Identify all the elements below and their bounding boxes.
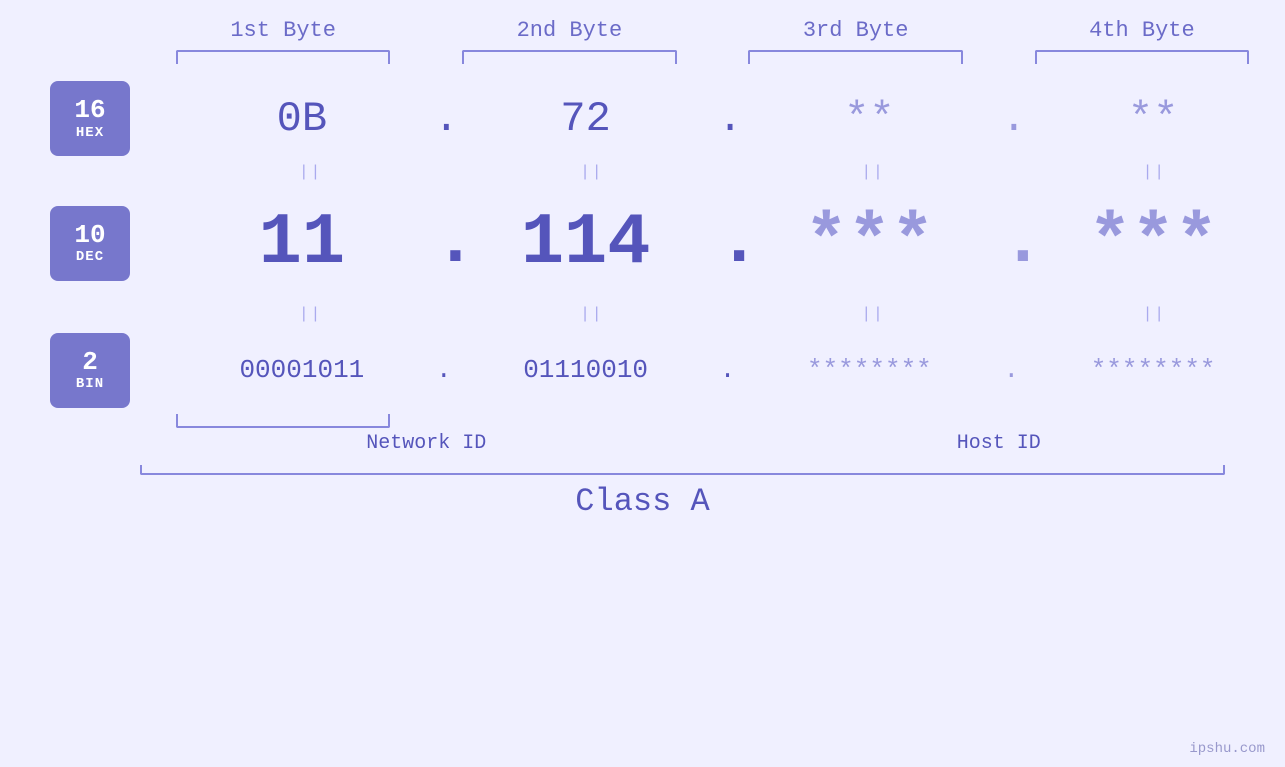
bottom-bracket-cell-3 [713,414,999,428]
top-bracket-1 [176,50,391,64]
bin-byte2-value: 01110010 [523,355,648,385]
class-bracket [140,465,1225,475]
bin-badge: 2 BIN [50,333,130,408]
top-bracket-3 [748,50,963,64]
host-id-label: Host ID [713,432,1285,455]
hex-byte4-value: ** [1128,95,1178,143]
bin-badge-number: 2 [82,348,98,377]
top-brackets [0,47,1285,67]
hex-row: 16 HEX 0B . 72 . ** . ** [0,81,1285,156]
bin-badge-label: BIN [76,376,104,392]
bin-byte2-cell: 01110010 [454,355,718,385]
sep1-byte3: || [862,163,885,181]
byte1-header: 1st Byte [140,18,426,43]
byte4-header: 4th Byte [999,18,1285,43]
hex-byte3-cell: ** [738,95,1002,143]
bottom-bracket-cell-2 [426,414,712,428]
hex-badge-label: HEX [76,125,104,141]
hex-byte3-value: ** [844,95,894,143]
sep-cells-1: || || || || [180,163,1285,181]
dec-byte1-cell: 11 [170,202,434,284]
hex-byte2-value: 72 [560,95,610,143]
bracket-cell-2 [426,47,712,67]
hex-byte4-cell: ** [1021,95,1285,143]
bottom-brackets [0,414,1285,428]
dec-badge-label: DEC [76,249,104,265]
dec-row: 10 DEC 11 . 114 . *** . *** [0,188,1285,298]
bin-dot2: . [718,355,738,385]
byte2-header: 2nd Byte [426,18,712,43]
segment-labels-row: Network ID Host ID [0,432,1285,455]
sep2-byte3: || [862,305,885,323]
bin-byte3-value: ******** [807,355,932,385]
dec-byte3-value: *** [805,202,935,284]
bin-row: 2 BIN 00001011 . 01110010 . ******** . *… [0,330,1285,410]
network-id-label: Network ID [140,432,713,455]
bracket-cell-4 [999,47,1285,67]
bin-byte3-cell: ******** [738,355,1002,385]
bracket-cell-3 [713,47,999,67]
main-layout: 1st Byte 2nd Byte 3rd Byte 4th Byte 16 H… [0,0,1285,767]
hex-badge: 16 HEX [50,81,130,156]
hex-byte1-cell: 0B [170,95,434,143]
dec-byte-cells: 11 . 114 . *** . *** [170,202,1285,284]
top-bracket-2 [462,50,677,64]
sep1-byte1: || [299,163,322,181]
bin-byte4-cell: ******** [1021,355,1285,385]
bottom-bracket-cell-4 [999,414,1285,428]
dec-dot1: . [434,214,454,272]
sep1-byte2: || [580,163,603,181]
dec-dot2: . [718,214,738,272]
dec-dot3: . [1001,214,1021,272]
sep2-byte2: || [580,305,603,323]
bin-byte1-value: 00001011 [239,355,364,385]
sep-cells-2: || || || || [180,305,1285,323]
sep-row-1: || || || || [0,156,1285,188]
hex-badge-number: 16 [74,96,105,125]
bottom-bracket-1 [176,414,391,428]
dec-byte2-value: 114 [521,202,651,284]
dec-byte1-value: 11 [259,202,345,284]
dec-byte4-value: *** [1088,202,1218,284]
hex-dot3: . [1001,95,1021,143]
dec-byte4-cell: *** [1021,202,1285,284]
sep2-byte4: || [1143,305,1166,323]
top-bracket-4 [1035,50,1250,64]
bin-byte-cells: 00001011 . 01110010 . ******** . *******… [170,355,1285,385]
byte3-header: 3rd Byte [713,18,999,43]
dec-byte2-cell: 114 [454,202,718,284]
hex-dot2: . [718,95,738,143]
bin-byte1-cell: 00001011 [170,355,434,385]
hex-byte2-cell: 72 [454,95,718,143]
bracket-cell-1 [140,47,426,67]
dec-byte3-cell: *** [738,202,1002,284]
class-label: Class A [0,483,1285,520]
hex-byte1-value: 0B [277,95,327,143]
bin-dot1: . [434,355,454,385]
bin-byte4-value: ******** [1091,355,1216,385]
sep-row-2: || || || || [0,298,1285,330]
sep2-byte1: || [299,305,322,323]
hex-byte-cells: 0B . 72 . ** . ** [170,95,1285,143]
sep1-byte4: || [1143,163,1166,181]
watermark: ipshu.com [1189,741,1265,757]
dec-badge-number: 10 [74,221,105,250]
hex-dot1: . [434,95,454,143]
dec-badge: 10 DEC [50,206,130,281]
byte-headers: 1st Byte 2nd Byte 3rd Byte 4th Byte [0,18,1285,43]
bin-dot3: . [1001,355,1021,385]
bottom-bracket-cell-1 [140,414,426,428]
